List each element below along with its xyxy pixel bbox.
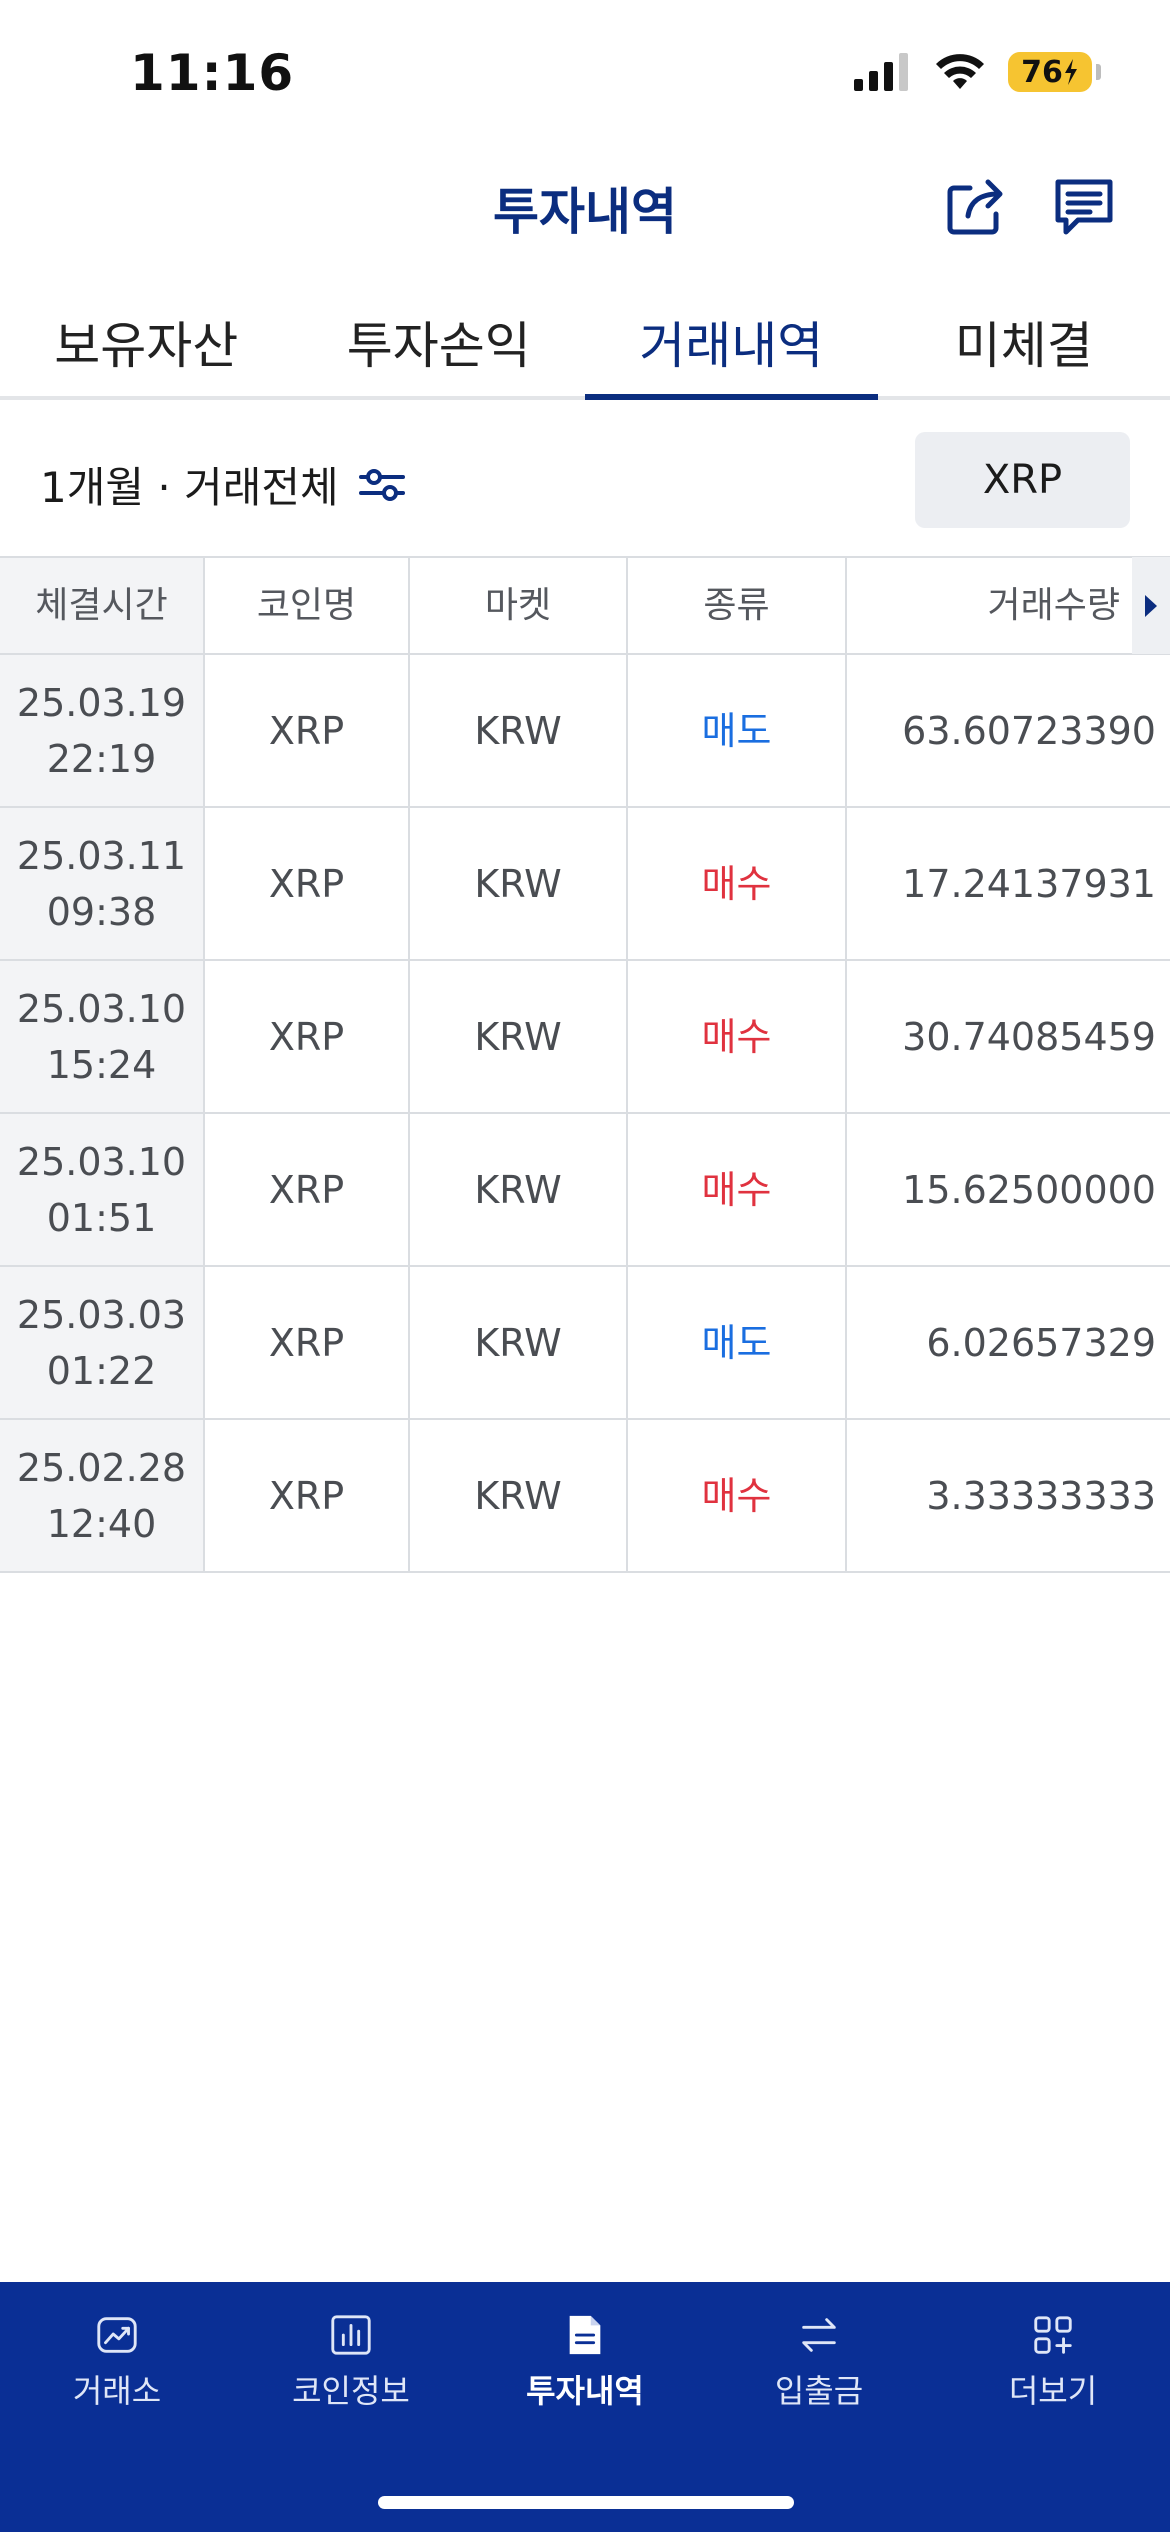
header-exec-time[interactable]: 체결시간 — [0, 558, 205, 653]
trade-type-cell: 매도 — [628, 655, 847, 806]
share-icon[interactable] — [942, 172, 1010, 240]
table-row[interactable]: 25.03.10 15:24 XRP KRW 매수 30.74085459 — [0, 961, 1170, 1114]
market-cell: KRW — [410, 655, 628, 806]
tab-profit-loss[interactable]: 투자손익 — [293, 290, 586, 396]
quantity-cell: 30.74085459 — [902, 1014, 1156, 1059]
trade-type-cell: 매수 — [628, 808, 847, 959]
table-header-row: 체결시간 코인명 마켓 종류 거래수량 — [0, 557, 1170, 655]
trade-type-cell: 매도 — [628, 1267, 847, 1418]
signal-icon — [854, 53, 908, 91]
market-cell: KRW — [410, 808, 628, 959]
tab-trade-history[interactable]: 거래내역 — [585, 290, 878, 400]
nav-items: 거래소 코인정보 투자내역 입출금 더보기 — [0, 2282, 1170, 2412]
exec-date: 25.03.03 — [16, 1292, 187, 1337]
table-row[interactable]: 25.03.11 09:38 XRP KRW 매수 17.24137931 — [0, 808, 1170, 961]
more-grid-icon — [1034, 2316, 1072, 2354]
exec-date: 25.03.10 — [16, 986, 187, 1031]
header-coin-name[interactable]: 코인명 — [205, 558, 410, 653]
exec-time: 12:40 — [46, 1501, 157, 1546]
market-cell: KRW — [410, 1420, 628, 1571]
exec-time-cell: 25.03.11 09:38 — [0, 808, 205, 959]
header-type[interactable]: 종류 — [628, 558, 847, 653]
nav-more[interactable]: 더보기 — [936, 2312, 1170, 2412]
quantity-cell: 17.24137931 — [902, 861, 1156, 906]
tab-holdings[interactable]: 보유자산 — [0, 290, 293, 396]
status-bar: 11:16 76 — [0, 0, 1170, 150]
bar-chart-icon — [331, 2315, 371, 2355]
nav-exchange[interactable]: 거래소 — [0, 2312, 234, 2412]
trade-history-table: 체결시간 코인명 마켓 종류 거래수량 25.03.19 22:19 XRP K… — [0, 557, 1170, 1573]
header-quantity[interactable]: 거래수량 — [988, 578, 1120, 634]
exec-time: 01:22 — [46, 1348, 157, 1393]
nav-more-label: 더보기 — [1008, 2372, 1098, 2410]
market-cell: KRW — [410, 1267, 628, 1418]
period-filter[interactable]: 1개월 · 거래전체 — [40, 454, 407, 515]
nav-deposit-withdraw-label: 입출금 — [774, 2372, 864, 2410]
table-row[interactable]: 25.03.19 22:19 XRP KRW 매도 63.60723390 — [0, 655, 1170, 808]
table-row[interactable]: 25.03.10 01:51 XRP KRW 매수 15.62500000 — [0, 1114, 1170, 1267]
exec-time-cell: 25.02.28 12:40 — [0, 1420, 205, 1571]
filter-row: 1개월 · 거래전체 XRP — [0, 400, 1170, 558]
quantity-cell: 15.62500000 — [902, 1167, 1156, 1212]
quantity-cell: 6.02657329 — [926, 1320, 1156, 1365]
coin-name-cell: XRP — [205, 1267, 410, 1418]
coin-name-cell: XRP — [205, 1114, 410, 1265]
document-icon — [569, 2315, 601, 2355]
quantity-cell: 63.60723390 — [902, 708, 1156, 753]
exec-time-cell: 25.03.19 22:19 — [0, 655, 205, 806]
table-row[interactable]: 25.02.28 12:40 XRP KRW 매수 3.33333333 — [0, 1420, 1170, 1573]
exec-date: 25.03.19 — [16, 680, 187, 725]
wifi-icon — [936, 54, 984, 89]
coin-name-cell: XRP — [205, 1420, 410, 1571]
coin-name-cell: XRP — [205, 961, 410, 1112]
chart-line-icon — [97, 2317, 137, 2353]
exec-time-cell: 25.03.03 01:22 — [0, 1267, 205, 1418]
battery-indicator: 76 — [1008, 52, 1101, 92]
exec-time: 09:38 — [46, 889, 157, 934]
app-header: 투자내역 — [0, 150, 1170, 260]
status-icons: 76 — [852, 52, 1101, 92]
status-time: 11:16 — [130, 44, 295, 102]
header-quantity-cell: 거래수량 — [847, 557, 1170, 654]
bottom-nav: 거래소 코인정보 투자내역 입출금 더보기 — [0, 2282, 1170, 2532]
header-market[interactable]: 마켓 — [410, 558, 628, 653]
filter-sliders-icon — [358, 468, 405, 501]
table-row[interactable]: 25.03.03 01:22 XRP KRW 매도 6.02657329 — [0, 1267, 1170, 1420]
exec-time: 22:19 — [46, 736, 157, 781]
nav-coin-info-label: 코인정보 — [292, 2372, 410, 2410]
chat-icon[interactable] — [1050, 172, 1118, 240]
charging-bolt-icon — [1064, 59, 1077, 85]
trade-type-cell: 매수 — [628, 1114, 847, 1265]
transfer-icon — [802, 2318, 836, 2352]
home-indicator[interactable] — [378, 2496, 794, 2509]
exec-date: 25.03.11 — [16, 833, 187, 878]
quantity-cell: 3.33333333 — [926, 1473, 1156, 1518]
exec-time: 01:51 — [46, 1195, 157, 1240]
scroll-right-button[interactable] — [1132, 557, 1170, 654]
exec-time-cell: 25.03.10 01:51 — [0, 1114, 205, 1265]
nav-deposit-withdraw[interactable]: 입출금 — [702, 2312, 936, 2412]
market-cell: KRW — [410, 961, 628, 1112]
coin-select-button[interactable]: XRP — [915, 432, 1130, 528]
tab-unfilled[interactable]: 미체결 — [878, 290, 1170, 396]
market-cell: KRW — [410, 1114, 628, 1265]
exec-time: 15:24 — [46, 1042, 157, 1087]
nav-exchange-label: 거래소 — [72, 2372, 162, 2410]
filter-label-text: 1개월 · 거래전체 — [40, 463, 339, 512]
tab-bar: 보유자산 투자손익 거래내역 미체결 — [0, 290, 1170, 400]
battery-level: 76 — [1021, 54, 1063, 90]
nav-coin-info[interactable]: 코인정보 — [234, 2312, 468, 2412]
exec-date: 25.03.10 — [16, 1139, 187, 1184]
nav-investment-history-label: 투자내역 — [526, 2372, 644, 2410]
coin-name-cell: XRP — [205, 655, 410, 806]
trade-type-cell: 매수 — [628, 961, 847, 1112]
exec-time-cell: 25.03.10 15:24 — [0, 961, 205, 1112]
exec-date: 25.02.28 — [16, 1445, 187, 1490]
nav-investment-history[interactable]: 투자내역 — [468, 2312, 702, 2412]
trade-type-cell: 매수 — [628, 1420, 847, 1571]
caret-right-icon — [1145, 594, 1157, 617]
coin-name-cell: XRP — [205, 808, 410, 959]
